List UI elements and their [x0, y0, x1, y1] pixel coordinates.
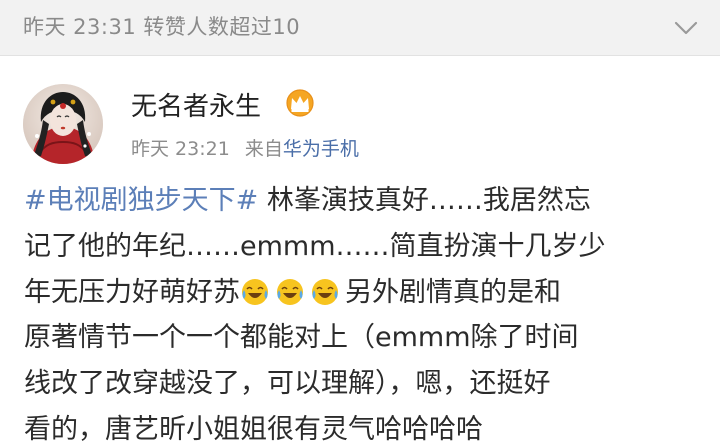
- post-content: #电视剧独步天下# 林峯演技真好……我居然忘 记了他的年纪……emmm……简直扮…: [24, 178, 714, 445]
- laugh-cry-icon: [240, 277, 270, 307]
- repost-count-notice: 昨天 23:31 转赞人数超过10: [23, 15, 301, 39]
- content-line: 看的，唐艺昕小姐姐很有灵气哈哈哈哈: [24, 413, 483, 445]
- user-name[interactable]: 无名者永生: [131, 86, 261, 123]
- content-line: 原著情节一个一个都能对上（emmm除了时间: [24, 322, 579, 354]
- source-prefix: 来自: [244, 138, 283, 160]
- post-meta: 昨天 23:21 来自华为手机: [131, 134, 359, 161]
- content-line: 线改了改穿越没了，可以理解），嗯，还挺好: [24, 368, 551, 400]
- laugh-cry-icon: [310, 277, 340, 307]
- content-line: 年无压力好萌好苏: [24, 276, 240, 308]
- crown-icon[interactable]: [284, 88, 316, 118]
- source-device-link[interactable]: 华为手机: [283, 138, 359, 160]
- laugh-cry-icon: [275, 277, 305, 307]
- avatar[interactable]: [23, 84, 103, 164]
- content-line: 林峯演技真好……我居然忘: [258, 185, 591, 216]
- post-time: 昨天 23:21: [131, 138, 230, 160]
- notification-bar: 昨天 23:31 转赞人数超过10: [0, 0, 720, 56]
- content-line: 记了他的年纪……emmm……简直扮演十几岁少: [24, 230, 606, 262]
- topic-link[interactable]: #电视剧独步天下#: [24, 185, 258, 216]
- content-line: 另外剧情真的是和: [345, 276, 561, 308]
- chevron-down-icon[interactable]: [671, 13, 701, 43]
